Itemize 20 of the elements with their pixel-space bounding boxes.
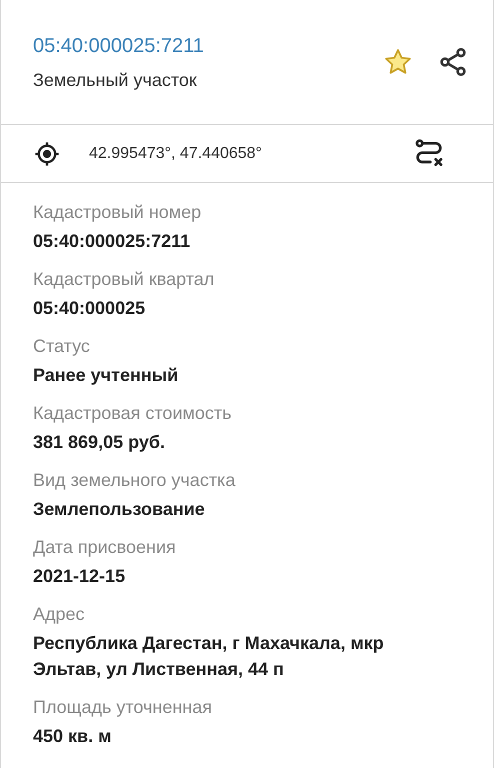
field-value: Республика Дагестан, г Махачкала, мкр Эльтав, ул Лиственная, 44 п <box>33 632 385 681</box>
field-label: Дата присвоения <box>33 536 177 559</box>
location-target-icon[interactable] <box>33 140 61 168</box>
field-value: Ранее учтенный <box>33 364 180 387</box>
object-type: Земельный участок <box>33 68 198 92</box>
field-label: Статус <box>33 335 91 358</box>
field-label: Вид земельного участка <box>33 469 236 492</box>
coordinates-text: 42.995473°, 47.440658° <box>89 144 263 164</box>
field-label: Кадастровая стоимость <box>33 402 233 425</box>
field-value: 2021-12-15 <box>33 565 126 588</box>
field-value: 381 869,05 руб. <box>33 431 166 454</box>
field-label: Площадь уточненная <box>33 696 213 719</box>
field-label: Адрес <box>33 603 86 626</box>
field-label: Кадастровый номер <box>33 201 202 224</box>
cadastral-number-title: 05:40:000025:7211 <box>33 34 204 58</box>
field-value: Землепользование <box>33 498 206 521</box>
field-label: Кадастровый квартал <box>33 268 216 291</box>
field-value: 05:40:000025:7211 <box>33 230 192 253</box>
field-value: 05:40:000025 <box>33 297 146 320</box>
field-value: 450 кв. м <box>33 725 112 748</box>
